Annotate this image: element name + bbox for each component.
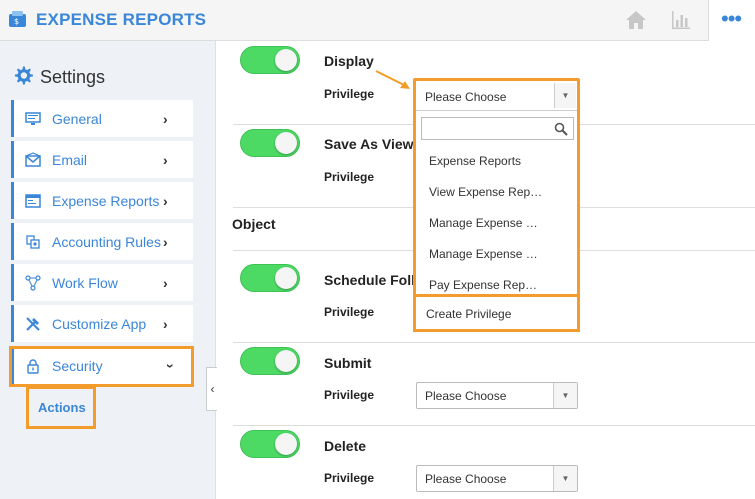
row-divider bbox=[233, 425, 755, 426]
select-value: Please Choose bbox=[425, 90, 507, 104]
tools-icon bbox=[24, 315, 42, 333]
privilege-label: Privilege bbox=[324, 471, 375, 485]
privilege-label: Privilege bbox=[324, 87, 375, 101]
monitor-icon bbox=[24, 110, 42, 128]
svg-text:$: $ bbox=[14, 17, 19, 26]
sidebar-item-label: Expense Reports bbox=[52, 192, 160, 209]
actions-label: Actions bbox=[38, 400, 86, 415]
sidebar-item-accounting-rules[interactable]: Accounting Rules › bbox=[11, 223, 193, 260]
security-highlight-frame bbox=[9, 346, 194, 387]
caret-down-icon: ▼ bbox=[553, 383, 577, 408]
search-icon bbox=[554, 122, 568, 136]
sidebar-subitem-actions[interactable]: Actions bbox=[26, 386, 96, 429]
row-title-delete: Delete bbox=[324, 438, 367, 454]
create-privilege-option[interactable]: Create Privilege bbox=[413, 294, 580, 332]
chevron-right-icon: › bbox=[163, 110, 168, 127]
privilege-label: Privilege bbox=[324, 305, 375, 319]
dropdown-option[interactable]: Manage Expense … bbox=[429, 247, 569, 261]
select-value: Please Choose bbox=[425, 472, 507, 486]
toggle-knob bbox=[275, 433, 297, 455]
create-privilege-label: Create Privilege bbox=[426, 307, 512, 321]
workflow-icon bbox=[24, 274, 42, 292]
submit-toggle[interactable] bbox=[240, 347, 300, 375]
dropdown-option[interactable]: Expense Reports bbox=[429, 154, 569, 168]
window-icon bbox=[24, 192, 42, 210]
sidebar-item-expense-reports[interactable]: Expense Reports › bbox=[11, 182, 193, 219]
dropdown-option[interactable]: View Expense Rep… bbox=[429, 185, 569, 199]
sidebar-item-label: Accounting Rules bbox=[52, 233, 161, 250]
delete-privilege-select[interactable]: Please Choose ▼ bbox=[416, 465, 578, 492]
more-icon: ••• bbox=[721, 6, 742, 31]
home-icon[interactable] bbox=[624, 9, 648, 31]
schedule-followup-toggle[interactable] bbox=[240, 264, 300, 292]
submit-privilege-select[interactable]: Please Choose ▼ bbox=[416, 382, 578, 409]
gear-icon bbox=[14, 66, 33, 85]
chevron-right-icon: › bbox=[163, 192, 168, 209]
row-title-schedule-followup: Schedule Follo bbox=[324, 272, 424, 288]
chevron-left-icon: ‹ bbox=[210, 382, 215, 396]
settings-label: Settings bbox=[40, 67, 106, 87]
save-as-view-toggle[interactable] bbox=[240, 129, 300, 157]
display-toggle[interactable] bbox=[240, 46, 300, 74]
more-button[interactable]: ••• bbox=[709, 0, 755, 41]
sidebar-item-general[interactable]: General › bbox=[11, 100, 193, 137]
sidebar-item-label: Email bbox=[52, 151, 88, 168]
dropdown-list: Expense Reports View Expense Rep… Manage… bbox=[416, 110, 577, 298]
privilege-label: Privilege bbox=[324, 388, 375, 402]
sidebar-item-label: Customize App bbox=[52, 315, 147, 332]
row-divider bbox=[233, 342, 755, 343]
bar-chart-icon[interactable] bbox=[670, 9, 692, 31]
toggle-knob bbox=[275, 350, 297, 372]
privilege-label: Privilege bbox=[324, 170, 375, 184]
sidebar-item-customize-app[interactable]: Customize App › bbox=[11, 305, 193, 342]
chevron-right-icon: › bbox=[163, 151, 168, 168]
dropdown-option[interactable]: Manage Expense … bbox=[429, 216, 569, 230]
annotation-arrow-icon bbox=[375, 70, 410, 89]
sidebar-item-work-flow[interactable]: Work Flow › bbox=[11, 264, 193, 301]
row-title-display: Display bbox=[324, 53, 374, 69]
caret-down-icon: ▼ bbox=[553, 466, 577, 491]
toggle-knob bbox=[275, 49, 297, 71]
sidebar-item-label: General bbox=[52, 110, 102, 127]
dropdown-search-input[interactable] bbox=[421, 117, 574, 140]
sidebar: Settings General › Email › Expense Repor… bbox=[0, 41, 216, 499]
sidebar-item-label: Work Flow bbox=[52, 274, 118, 291]
sidebar-title: Settings bbox=[12, 65, 105, 88]
dropdown-option[interactable]: Pay Expense Rep… bbox=[429, 278, 569, 292]
app-header: $ EXPENSE REPORTS ••• bbox=[0, 0, 755, 41]
sidebar-item-email[interactable]: Email › bbox=[11, 141, 193, 178]
chevron-right-icon: › bbox=[163, 233, 168, 250]
select-value: Please Choose bbox=[425, 389, 507, 403]
section-title-object: Object bbox=[232, 216, 276, 232]
row-title-submit: Submit bbox=[324, 355, 372, 371]
chevron-right-icon: › bbox=[163, 315, 168, 332]
wallet-logo-icon: $ bbox=[9, 11, 26, 27]
envelope-icon bbox=[24, 151, 42, 169]
toggle-knob bbox=[275, 267, 297, 289]
chevron-right-icon: › bbox=[163, 274, 168, 291]
display-privilege-select[interactable]: Please Choose ▼ bbox=[418, 83, 576, 108]
caret-down-icon: ▼ bbox=[554, 83, 576, 108]
rules-icon bbox=[24, 233, 42, 251]
row-title-save-as-view: Save As View bbox=[324, 136, 414, 152]
app-title: EXPENSE REPORTS bbox=[36, 10, 207, 29]
toggle-knob bbox=[275, 132, 297, 154]
delete-toggle[interactable] bbox=[240, 430, 300, 458]
